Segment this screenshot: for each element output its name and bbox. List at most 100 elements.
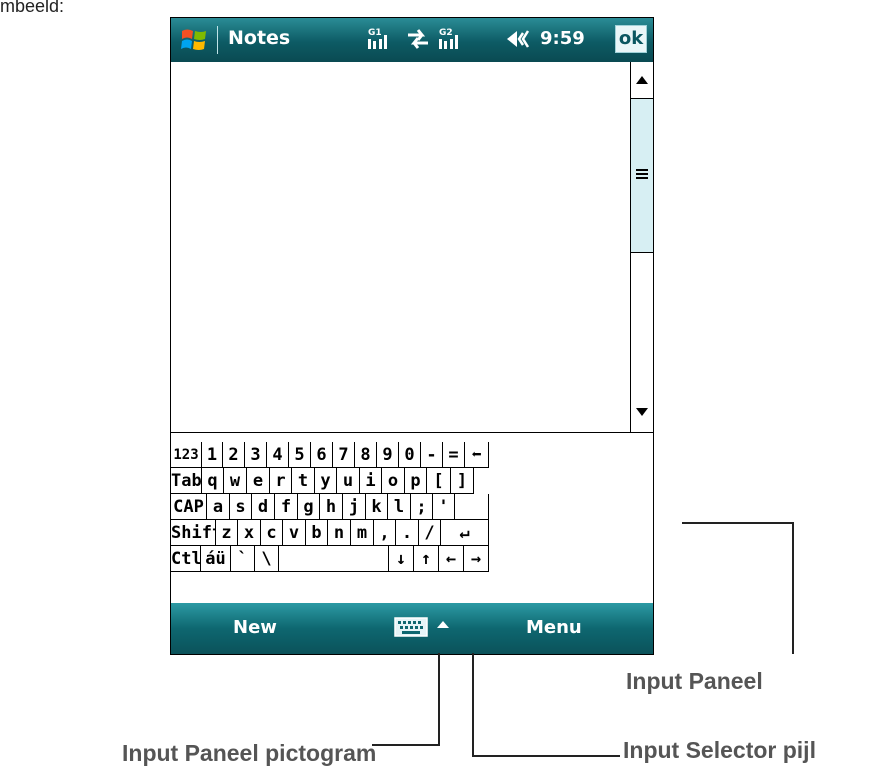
key-2[interactable]: 2 [223,442,245,468]
callout-line-icon-v [438,653,440,745]
keyboard-row-3: CAP a s d f g h j k l ; ' [171,494,653,520]
key-z[interactable]: z [216,520,238,546]
key-arrow-down[interactable]: ↓ [389,546,414,572]
key-t[interactable]: t [292,468,315,494]
key-semicolon[interactable]: ; [411,494,433,520]
keyboard-row-5: Ctl áü ` \ ↓ ↑ ← → [171,546,653,572]
key-9[interactable]: 9 [377,442,399,468]
vertical-scrollbar[interactable] [630,62,653,432]
keyboard-row-2: Tab q w e r t y u i o p [ ] [171,468,653,494]
title-bar: Notes G1 G2 9:59 ok [171,18,653,62]
key-period[interactable]: . [396,520,419,546]
volume-icon[interactable] [505,25,533,53]
key-backtick[interactable]: ` [231,546,255,572]
key-5[interactable]: 5 [289,442,311,468]
input-selector-arrow-icon[interactable] [437,621,449,628]
pocket-pc-screen: Notes G1 G2 9:59 ok 123 1 2 3 4 5 6 7 8 … [170,17,654,655]
scroll-thumb[interactable] [631,98,653,253]
key-c[interactable]: c [261,520,283,546]
title-divider [217,26,218,54]
key-tab[interactable]: Tab [171,468,202,494]
scroll-grip-icon [636,169,648,181]
key-p[interactable]: p [405,468,427,494]
key-j[interactable]: j [343,494,366,520]
callout-line-selector-h [472,755,620,757]
notes-text-area[interactable] [171,62,630,432]
data-sync-icon[interactable] [404,25,432,53]
key-shift[interactable]: Shift [171,520,222,546]
key-v[interactable]: v [283,520,306,546]
key-o[interactable]: o [382,468,405,494]
key-0[interactable]: 0 [399,442,421,468]
scroll-up-icon [636,76,648,84]
key-3[interactable]: 3 [245,442,267,468]
clock-time[interactable]: 9:59 [540,28,585,49]
scroll-down-button[interactable] [631,396,653,430]
key-minus[interactable]: - [421,442,443,468]
key-backspace[interactable]: ⬅ [465,442,489,468]
key-s[interactable]: s [230,494,252,520]
key-blank[interactable] [455,494,489,520]
key-m[interactable]: m [351,520,374,546]
scroll-down-icon [636,408,648,416]
callout-line-icon-h [372,744,440,746]
key-apostrophe[interactable]: ' [433,494,455,520]
new-softkey[interactable]: New [233,617,277,638]
key-123[interactable]: 123 [171,442,202,468]
page-text-fragment: mbeeld: [0,0,65,16]
key-h[interactable]: h [320,494,343,520]
callout-input-panel-icon: Input Paneel pictogram [122,740,377,766]
signal-icon[interactable]: G1 [368,25,396,53]
key-x[interactable]: x [238,520,261,546]
callout-line-selector-v [472,653,474,757]
key-6[interactable]: 6 [311,442,333,468]
key-7[interactable]: 7 [333,442,355,468]
key-q[interactable]: q [202,468,224,494]
keyboard-row-4: Shift z x c v b n m , . / ↵ [171,520,653,546]
key-slash[interactable]: / [419,520,441,546]
key-f[interactable]: f [275,494,298,520]
key-left-bracket[interactable]: [ [427,468,451,494]
key-r[interactable]: r [270,468,292,494]
callout-input-selector-arrow: Input Selector pijl [623,737,816,763]
key-backslash[interactable]: \ [255,546,279,572]
key-caps[interactable]: CAP [171,494,207,520]
softkey-menu-bar: New Menu [171,603,653,654]
app-title: Notes [228,27,291,49]
key-arrow-left[interactable]: ← [439,546,464,572]
key-n[interactable]: n [328,520,351,546]
keyboard-icon[interactable] [394,617,428,637]
key-accents[interactable]: áü [201,546,231,572]
key-i[interactable]: i [360,468,382,494]
callout-input-panel: Input Paneel [626,668,763,694]
key-b[interactable]: b [306,520,328,546]
key-8[interactable]: 8 [355,442,377,468]
key-u[interactable]: u [337,468,360,494]
signal-icon[interactable]: G2 [439,25,467,53]
key-l[interactable]: l [388,494,411,520]
key-space[interactable] [279,546,389,572]
key-arrow-up[interactable]: ↑ [414,546,439,572]
callout-line-input-panel-h [682,522,794,524]
key-4[interactable]: 4 [267,442,289,468]
windows-start-icon[interactable] [179,25,209,55]
key-equals[interactable]: = [443,442,465,468]
key-right-bracket[interactable]: ] [451,468,474,494]
key-1[interactable]: 1 [202,442,223,468]
ok-button[interactable]: ok [615,25,647,53]
scroll-up-button[interactable] [631,62,653,96]
key-y[interactable]: y [315,468,337,494]
key-arrow-right[interactable]: → [464,546,489,572]
key-ctl[interactable]: Ctl [171,546,202,572]
key-e[interactable]: e [247,468,270,494]
key-d[interactable]: d [252,494,275,520]
signal-1-label: G1 [368,28,382,38]
input-panel-keyboard: 123 1 2 3 4 5 6 7 8 9 0 - = ⬅ Tab q w e … [171,432,653,603]
key-g[interactable]: g [298,494,320,520]
key-comma[interactable]: , [374,520,396,546]
key-k[interactable]: k [366,494,388,520]
key-a[interactable]: a [207,494,230,520]
key-enter[interactable]: ↵ [441,520,489,546]
key-w[interactable]: w [224,468,247,494]
menu-softkey[interactable]: Menu [526,617,582,638]
